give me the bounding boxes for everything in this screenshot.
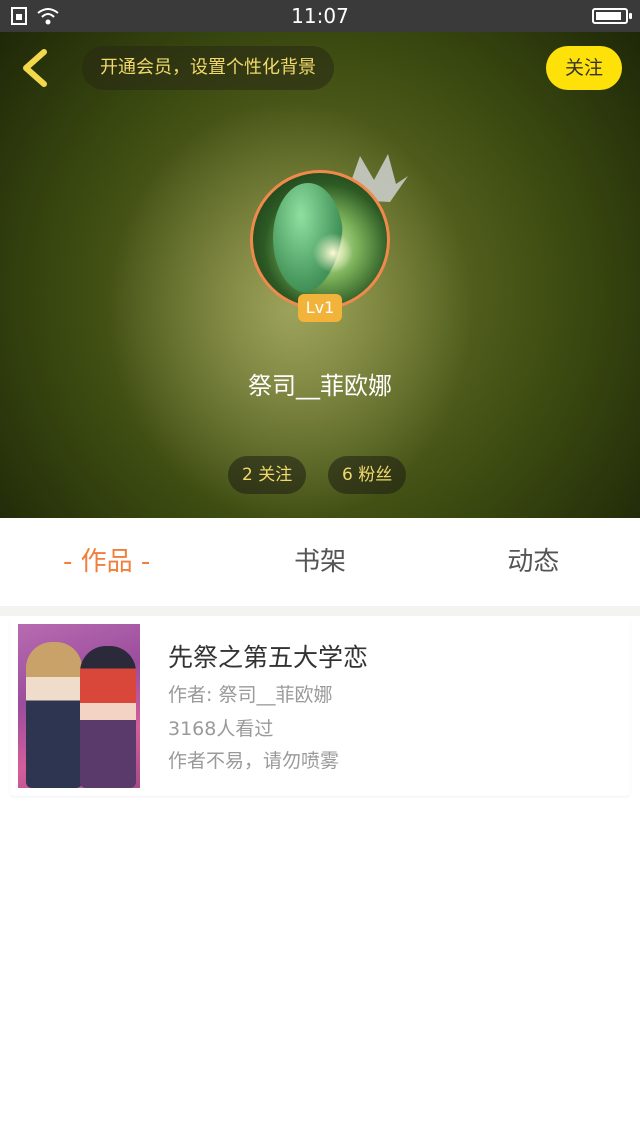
fans-count[interactable]: 6 粉丝 bbox=[328, 456, 407, 494]
profile-tabs: - 作品 - 书架 动态 bbox=[0, 518, 640, 606]
work-description: 作者不易，请勿喷雾 bbox=[168, 750, 340, 772]
vip-banner[interactable]: 开通会员，设置个性化背景 bbox=[82, 46, 334, 90]
battery-level bbox=[596, 12, 621, 20]
level-badge: Lv1 bbox=[298, 294, 342, 322]
tab-activity[interactable]: 动态 bbox=[427, 518, 640, 606]
cover-character-left bbox=[26, 642, 82, 788]
avatar[interactable] bbox=[250, 170, 390, 310]
work-card[interactable]: 先祭之第五大学恋 作者: 祭司__菲欧娜 3168人看过 作者不易，请勿喷雾 bbox=[10, 616, 630, 796]
work-views: 3168人看过 bbox=[168, 718, 274, 740]
divider bbox=[0, 606, 640, 616]
work-cover-image[interactable] bbox=[18, 624, 140, 788]
following-count[interactable]: 2 关注 bbox=[228, 456, 307, 494]
status-time: 11:07 bbox=[291, 4, 349, 28]
chevron-left-icon bbox=[23, 49, 47, 87]
cover-character-right bbox=[80, 646, 136, 788]
tab-bookshelf[interactable]: 书架 bbox=[213, 518, 426, 606]
work-title[interactable]: 先祭之第五大学恋 bbox=[168, 638, 368, 674]
username: 祭司__菲欧娜 bbox=[248, 372, 392, 400]
follow-button[interactable]: 关注 bbox=[546, 46, 622, 90]
profile-header: 开通会员，设置个性化背景 关注 Lv1 祭司__菲欧娜 2 关注 6 粉丝 bbox=[0, 32, 640, 518]
back-button[interactable] bbox=[14, 46, 58, 90]
tab-works[interactable]: - 作品 - bbox=[0, 518, 213, 606]
avatar-glow bbox=[313, 233, 353, 273]
status-bar: 11:07 bbox=[0, 0, 640, 32]
work-author: 作者: 祭司__菲欧娜 bbox=[168, 684, 333, 706]
battery-icon bbox=[592, 8, 632, 24]
